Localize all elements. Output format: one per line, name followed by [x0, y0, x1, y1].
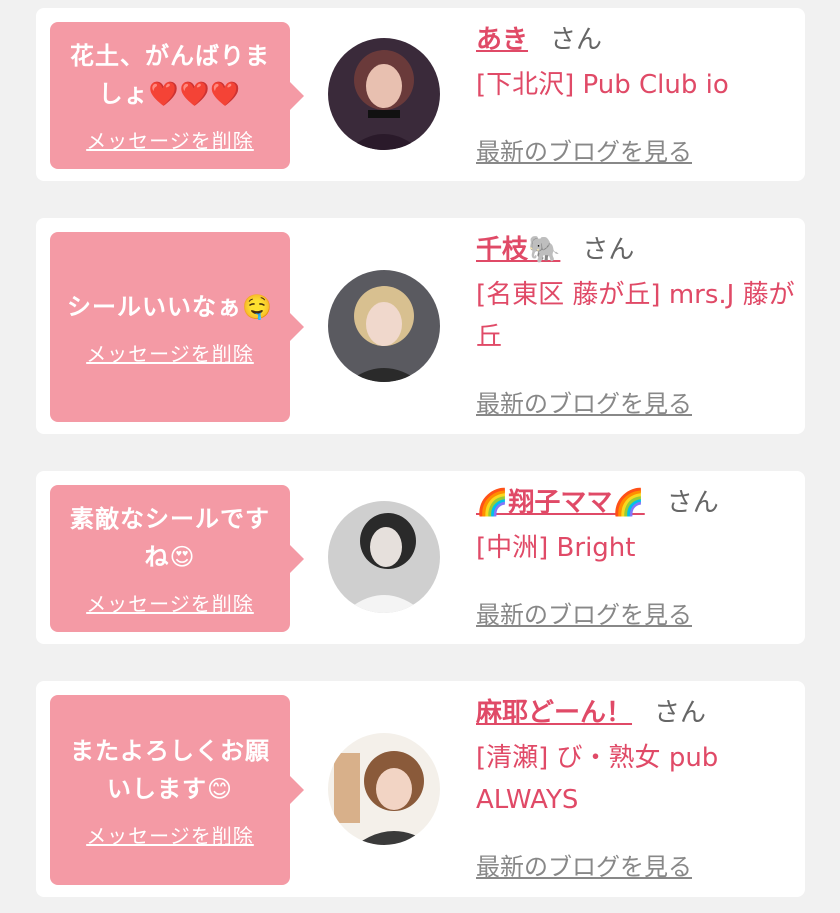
sender-info: 🌈翔子ママ🌈 さん [中洲] Bright	[476, 483, 796, 569]
message-list: 花土、がんばりましょ❤️❤️❤️ メッセージを削除 あき さん [下北沢] Pub…	[0, 0, 840, 913]
delete-message-link[interactable]: メッセージを削除	[86, 588, 254, 617]
sender-name-line: あき さん	[476, 20, 796, 60]
message-text: シールいいなぁ🤤	[67, 292, 273, 321]
latest-blog-link[interactable]: 最新のブログを見る	[476, 132, 692, 167]
sender-name-link[interactable]: あき	[476, 25, 528, 55]
shop-name: [中洲] Bright	[476, 533, 636, 563]
honorific: さん	[666, 488, 719, 518]
message-card: またよろしくお願いします😊 メッセージを削除 麻耶どーん！ さん [清瀬] び・熟…	[36, 681, 805, 897]
sender-info: 麻耶どーん！ さん [清瀬] び・熟女 pub ALWAYS	[476, 693, 796, 821]
message-card: 花土、がんばりましょ❤️❤️❤️ メッセージを削除 あき さん [下北沢] Pub…	[36, 8, 805, 181]
latest-blog-link[interactable]: 最新のブログを見る	[476, 595, 692, 630]
message-card: 素敵なシールですね😍 メッセージを削除 🌈翔子ママ🌈 さん [中洲] Bright…	[36, 471, 805, 644]
sender-name-line: 🌈翔子ママ🌈 さん	[476, 483, 796, 523]
shop-name: [清瀬] び・熟女 pub ALWAYS	[476, 743, 719, 815]
delete-message-link[interactable]: メッセージを削除	[86, 338, 254, 367]
delete-message-link[interactable]: メッセージを削除	[86, 820, 254, 849]
sender-info: 千枝🐘 さん [名東区 藤が丘] mrs.J 藤が丘	[476, 230, 796, 358]
message-text: 花土、がんばりましょ❤️❤️❤️	[70, 42, 270, 108]
avatar[interactable]	[328, 501, 440, 613]
message-bubble: シールいいなぁ🤤 メッセージを削除	[50, 232, 304, 422]
avatar[interactable]	[328, 733, 440, 845]
sender-name-line: 千枝🐘 さん	[476, 230, 796, 270]
honorific: さん	[654, 698, 707, 728]
message-bubble: 素敵なシールですね😍 メッセージを削除	[50, 485, 304, 632]
sender-info: あき さん [下北沢] Pub Club io	[476, 20, 796, 106]
latest-blog-link[interactable]: 最新のブログを見る	[476, 384, 692, 419]
message-card: シールいいなぁ🤤 メッセージを削除 千枝🐘 さん [名東区 藤が丘] mrs.J …	[36, 218, 805, 434]
message-bubble: またよろしくお願いします😊 メッセージを削除	[50, 695, 304, 885]
honorific: さん	[550, 25, 603, 55]
sender-name-line: 麻耶どーん！ さん	[476, 693, 796, 733]
message-text: 素敵なシールですね😍	[70, 505, 270, 571]
sender-name-link[interactable]: 🌈翔子ママ🌈	[476, 488, 645, 518]
avatar[interactable]	[328, 270, 440, 382]
honorific: さん	[582, 235, 635, 265]
message-text: またよろしくお願いします😊	[70, 736, 270, 803]
shop-name: [名東区 藤が丘] mrs.J 藤が丘	[476, 280, 795, 352]
message-bubble: 花土、がんばりましょ❤️❤️❤️ メッセージを削除	[50, 22, 304, 169]
sender-name-link[interactable]: 麻耶どーん！	[476, 698, 632, 728]
avatar[interactable]	[328, 38, 440, 150]
sender-name-link[interactable]: 千枝🐘	[476, 235, 560, 265]
delete-message-link[interactable]: メッセージを削除	[86, 125, 254, 154]
latest-blog-link[interactable]: 最新のブログを見る	[476, 847, 692, 882]
shop-name: [下北沢] Pub Club io	[476, 70, 729, 100]
